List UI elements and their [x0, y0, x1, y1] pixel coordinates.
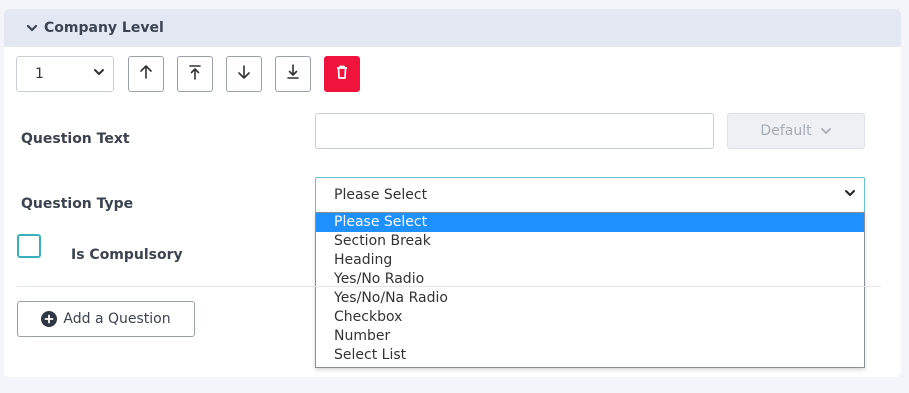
- add-question-button[interactable]: Add a Question: [17, 301, 195, 337]
- option-yes-no-na-radio[interactable]: Yes/No/Na Radio: [316, 289, 864, 308]
- compulsory-label: Is Compulsory: [71, 247, 183, 263]
- option-number[interactable]: Number: [316, 327, 864, 346]
- question-type-value: Please Select: [334, 187, 428, 203]
- question-toolbar: 1: [16, 56, 373, 92]
- move-top-icon: [187, 64, 203, 84]
- chevron-down-icon: [820, 125, 832, 137]
- move-to-bottom-button[interactable]: [275, 56, 311, 92]
- option-please-select[interactable]: Please Select: [316, 213, 864, 232]
- chevron-down-icon: [93, 66, 105, 82]
- delete-button[interactable]: [324, 56, 360, 92]
- trash-icon: [334, 64, 350, 84]
- add-question-label: Add a Question: [63, 311, 171, 327]
- order-select[interactable]: 1: [16, 56, 114, 92]
- option-checkbox[interactable]: Checkbox: [316, 308, 864, 327]
- default-button[interactable]: Default: [727, 113, 865, 149]
- compulsory-checkbox[interactable]: [17, 234, 41, 258]
- question-type-dropdown: Please Select Section Break Heading Yes/…: [315, 212, 865, 368]
- plus-circle-icon: [41, 311, 58, 327]
- arrow-down-icon: [236, 64, 252, 84]
- option-heading[interactable]: Heading: [316, 251, 864, 270]
- option-select-list[interactable]: Select List: [316, 346, 864, 365]
- section-title: Company Level: [44, 20, 164, 36]
- order-value: 1: [35, 66, 44, 82]
- move-down-button[interactable]: [226, 56, 262, 92]
- question-text-input[interactable]: [315, 113, 714, 149]
- divider: [17, 286, 881, 287]
- arrow-up-icon: [138, 64, 154, 84]
- section-header[interactable]: Company Level: [4, 9, 901, 47]
- chevron-down-icon: [844, 187, 856, 203]
- question-text-label: Question Text: [21, 131, 130, 147]
- default-button-label: Default: [760, 123, 812, 139]
- question-type-select[interactable]: Please Select: [315, 177, 865, 213]
- move-to-top-button[interactable]: [177, 56, 213, 92]
- question-type-label: Question Type: [21, 196, 134, 212]
- move-up-button[interactable]: [128, 56, 164, 92]
- move-bottom-icon: [285, 64, 301, 84]
- option-section-break[interactable]: Section Break: [316, 232, 864, 251]
- chevron-down-icon: [26, 22, 38, 34]
